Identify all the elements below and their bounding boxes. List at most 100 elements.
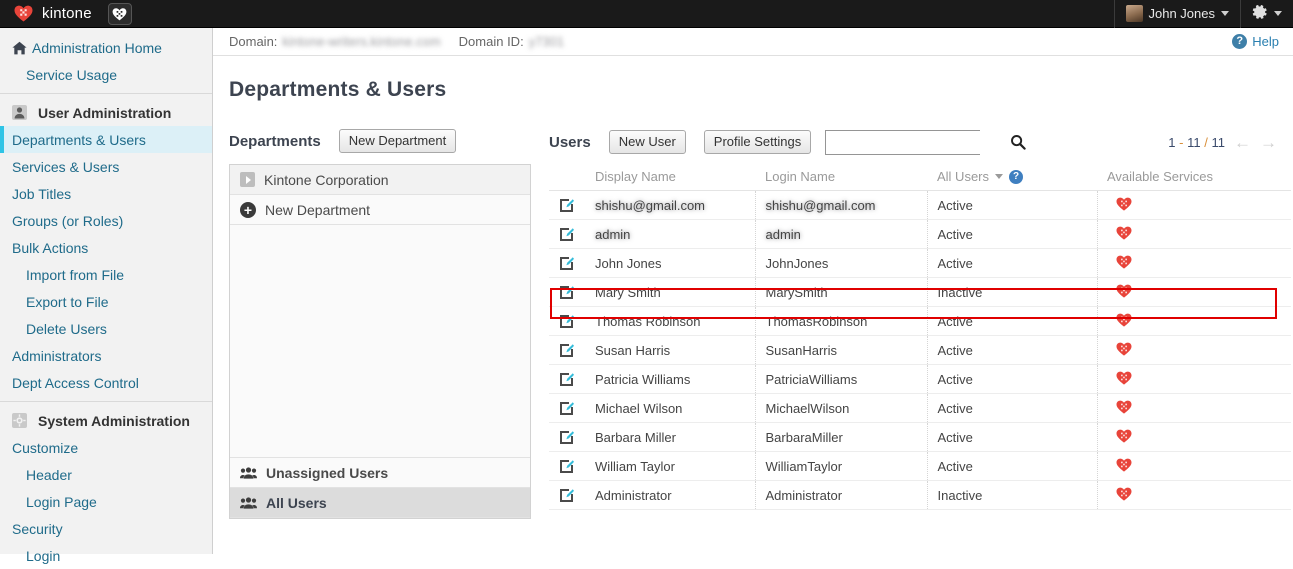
departments-title: Departments	[229, 133, 321, 150]
department-item-all-users[interactable]: All Users	[230, 488, 530, 518]
table-row[interactable]: Thomas Robinson ThomasRobinson Active	[549, 307, 1291, 336]
sidebar-item-login-page[interactable]: Login Page	[0, 488, 212, 515]
edit-pencil-icon[interactable]	[559, 285, 574, 300]
table-row[interactable]: Michael Wilson MichaelWilson Active	[549, 394, 1291, 423]
sidebar-item-label: Dept Access Control	[12, 375, 139, 391]
new-user-button[interactable]: New User	[609, 130, 686, 154]
chevron-down-icon	[1274, 11, 1282, 16]
chevron-down-icon[interactable]	[995, 174, 1003, 179]
kintone-heart-icon	[14, 5, 33, 22]
edit-pencil-icon[interactable]	[559, 430, 574, 445]
sidebar-item-label: Groups (or Roles)	[12, 213, 123, 229]
sidebar-item-service-usage[interactable]: Service Usage	[0, 61, 212, 88]
table-row[interactable]: Barbara Miller BarbaraMiller Active	[549, 423, 1291, 452]
sidebar-item-bulk-actions[interactable]: Bulk Actions	[0, 234, 212, 261]
edit-pencil-icon[interactable]	[559, 227, 574, 242]
edit-pencil-icon[interactable]	[559, 488, 574, 503]
department-item-unassigned-users[interactable]: Unassigned Users	[230, 458, 530, 488]
sidebar-item-departments-users[interactable]: Departments & Users	[0, 126, 212, 153]
brand[interactable]: kintone	[0, 5, 92, 22]
department-item-kintone-corporation[interactable]: Kintone Corporation	[230, 165, 530, 195]
available-services-cell	[1097, 394, 1291, 423]
sidebar-item-job-titles[interactable]: Job Titles	[0, 180, 212, 207]
users-table: Display Name Login Name All Users ? Avai…	[549, 165, 1291, 510]
edit-pencil-icon[interactable]	[559, 372, 574, 387]
sidebar-item-header[interactable]: Header	[0, 461, 212, 488]
settings-menu[interactable]	[1240, 0, 1293, 28]
topbar-right: John Jones	[1114, 0, 1293, 28]
table-row[interactable]: John Jones JohnJones Active	[549, 249, 1291, 278]
edit-cell	[549, 452, 585, 481]
pagination-range: 1 - 11 / 11	[1168, 135, 1225, 150]
sidebar-item-label: Delete Users	[26, 321, 107, 337]
kintone-heart-icon	[1116, 373, 1132, 388]
edit-pencil-icon[interactable]	[559, 314, 574, 329]
search-input[interactable]	[826, 131, 1010, 154]
domain-id-value: y7301	[529, 34, 564, 49]
department-item-new-department[interactable]: + New Department	[230, 195, 530, 225]
table-row[interactable]: Patricia Williams PatriciaWilliams Activ…	[549, 365, 1291, 394]
edit-pencil-icon[interactable]	[559, 343, 574, 358]
sidebar-item-services-users[interactable]: Services & Users	[0, 153, 212, 180]
sidebar-item-delete-users[interactable]: Delete Users	[0, 315, 212, 342]
profile-settings-button[interactable]: Profile Settings	[704, 130, 811, 154]
available-services-cell	[1097, 365, 1291, 394]
table-row[interactable]: Administrator Administrator Inactive	[549, 481, 1291, 510]
department-label: New Department	[265, 202, 370, 218]
edit-cell	[549, 220, 585, 249]
login-name-cell: SusanHarris	[755, 336, 927, 365]
available-services-cell	[1097, 481, 1291, 510]
range-slash: /	[1204, 135, 1208, 150]
user-name-label: John Jones	[1149, 6, 1216, 21]
sidebar-item-import-from-file[interactable]: Import from File	[0, 261, 212, 288]
table-row[interactable]: Mary Smith MarySmith Inactive	[549, 278, 1291, 307]
kintone-heart-icon	[1116, 344, 1132, 359]
kintone-heart-icon	[1116, 257, 1132, 272]
display-name-cell: Susan Harris	[585, 336, 755, 365]
sidebar-item-groups-or-roles[interactable]: Groups (or Roles)	[0, 207, 212, 234]
display-name-cell: Michael Wilson	[585, 394, 755, 423]
login-name-cell: BarbaraMiller	[755, 423, 927, 452]
sidebar-item-customize[interactable]: Customize	[0, 434, 212, 461]
domain-value: kintone-writers.kintone.com	[282, 34, 440, 49]
status-filter-label[interactable]: All Users	[937, 169, 989, 184]
arrow-right-icon[interactable]: →	[1260, 134, 1277, 151]
table-row[interactable]: William Taylor WilliamTaylor Active	[549, 452, 1291, 481]
sidebar-group-system-administration: System Administration	[0, 407, 212, 434]
help-circle-icon[interactable]: ?	[1009, 170, 1023, 184]
range-start: 1	[1168, 135, 1175, 150]
available-services-cell	[1097, 336, 1291, 365]
edit-pencil-icon[interactable]	[559, 198, 574, 213]
kintone-heart-icon	[1116, 460, 1132, 475]
group-users-icon	[240, 496, 257, 509]
new-department-button[interactable]: New Department	[339, 129, 457, 153]
table-row[interactable]: admin admin Active	[549, 220, 1291, 249]
gear-icon	[1252, 4, 1268, 23]
table-row[interactable]: shishu@gmail.com shishu@gmail.com Active	[549, 191, 1291, 220]
arrow-left-icon[interactable]: ←	[1234, 134, 1251, 151]
departments-header: Departments New Department	[229, 128, 531, 154]
search-icon[interactable]	[1010, 131, 1026, 154]
app-grid-icon[interactable]	[108, 3, 132, 25]
sidebar-item-administrators[interactable]: Administrators	[0, 342, 212, 369]
sidebar: Administration Home Service Usage User A…	[0, 28, 213, 554]
users-header: Users New User Profile Settings 1 - 11 /…	[549, 128, 1291, 156]
plus-circle-icon: +	[240, 202, 256, 218]
kintone-heart-icon	[1116, 431, 1132, 446]
edit-cell	[549, 278, 585, 307]
sidebar-item-administration-home[interactable]: Administration Home	[0, 34, 212, 61]
edit-pencil-icon[interactable]	[559, 459, 574, 474]
edit-pencil-icon[interactable]	[559, 401, 574, 416]
sidebar-item-dept-access-control[interactable]: Dept Access Control	[0, 369, 212, 396]
login-name-cell: Administrator	[755, 481, 927, 510]
table-row[interactable]: Susan Harris SusanHarris Active	[549, 336, 1291, 365]
login-name-cell: WilliamTaylor	[755, 452, 927, 481]
user-menu[interactable]: John Jones	[1114, 0, 1241, 28]
sidebar-item-security[interactable]: Security	[0, 515, 212, 542]
edit-pencil-icon[interactable]	[559, 256, 574, 271]
login-name-cell: PatriciaWilliams	[755, 365, 927, 394]
expand-triangle-icon[interactable]	[240, 172, 255, 187]
sidebar-item-export-to-file[interactable]: Export to File	[0, 288, 212, 315]
help-link[interactable]: ? Help	[1232, 34, 1279, 49]
sidebar-item-login[interactable]: Login	[0, 542, 212, 569]
